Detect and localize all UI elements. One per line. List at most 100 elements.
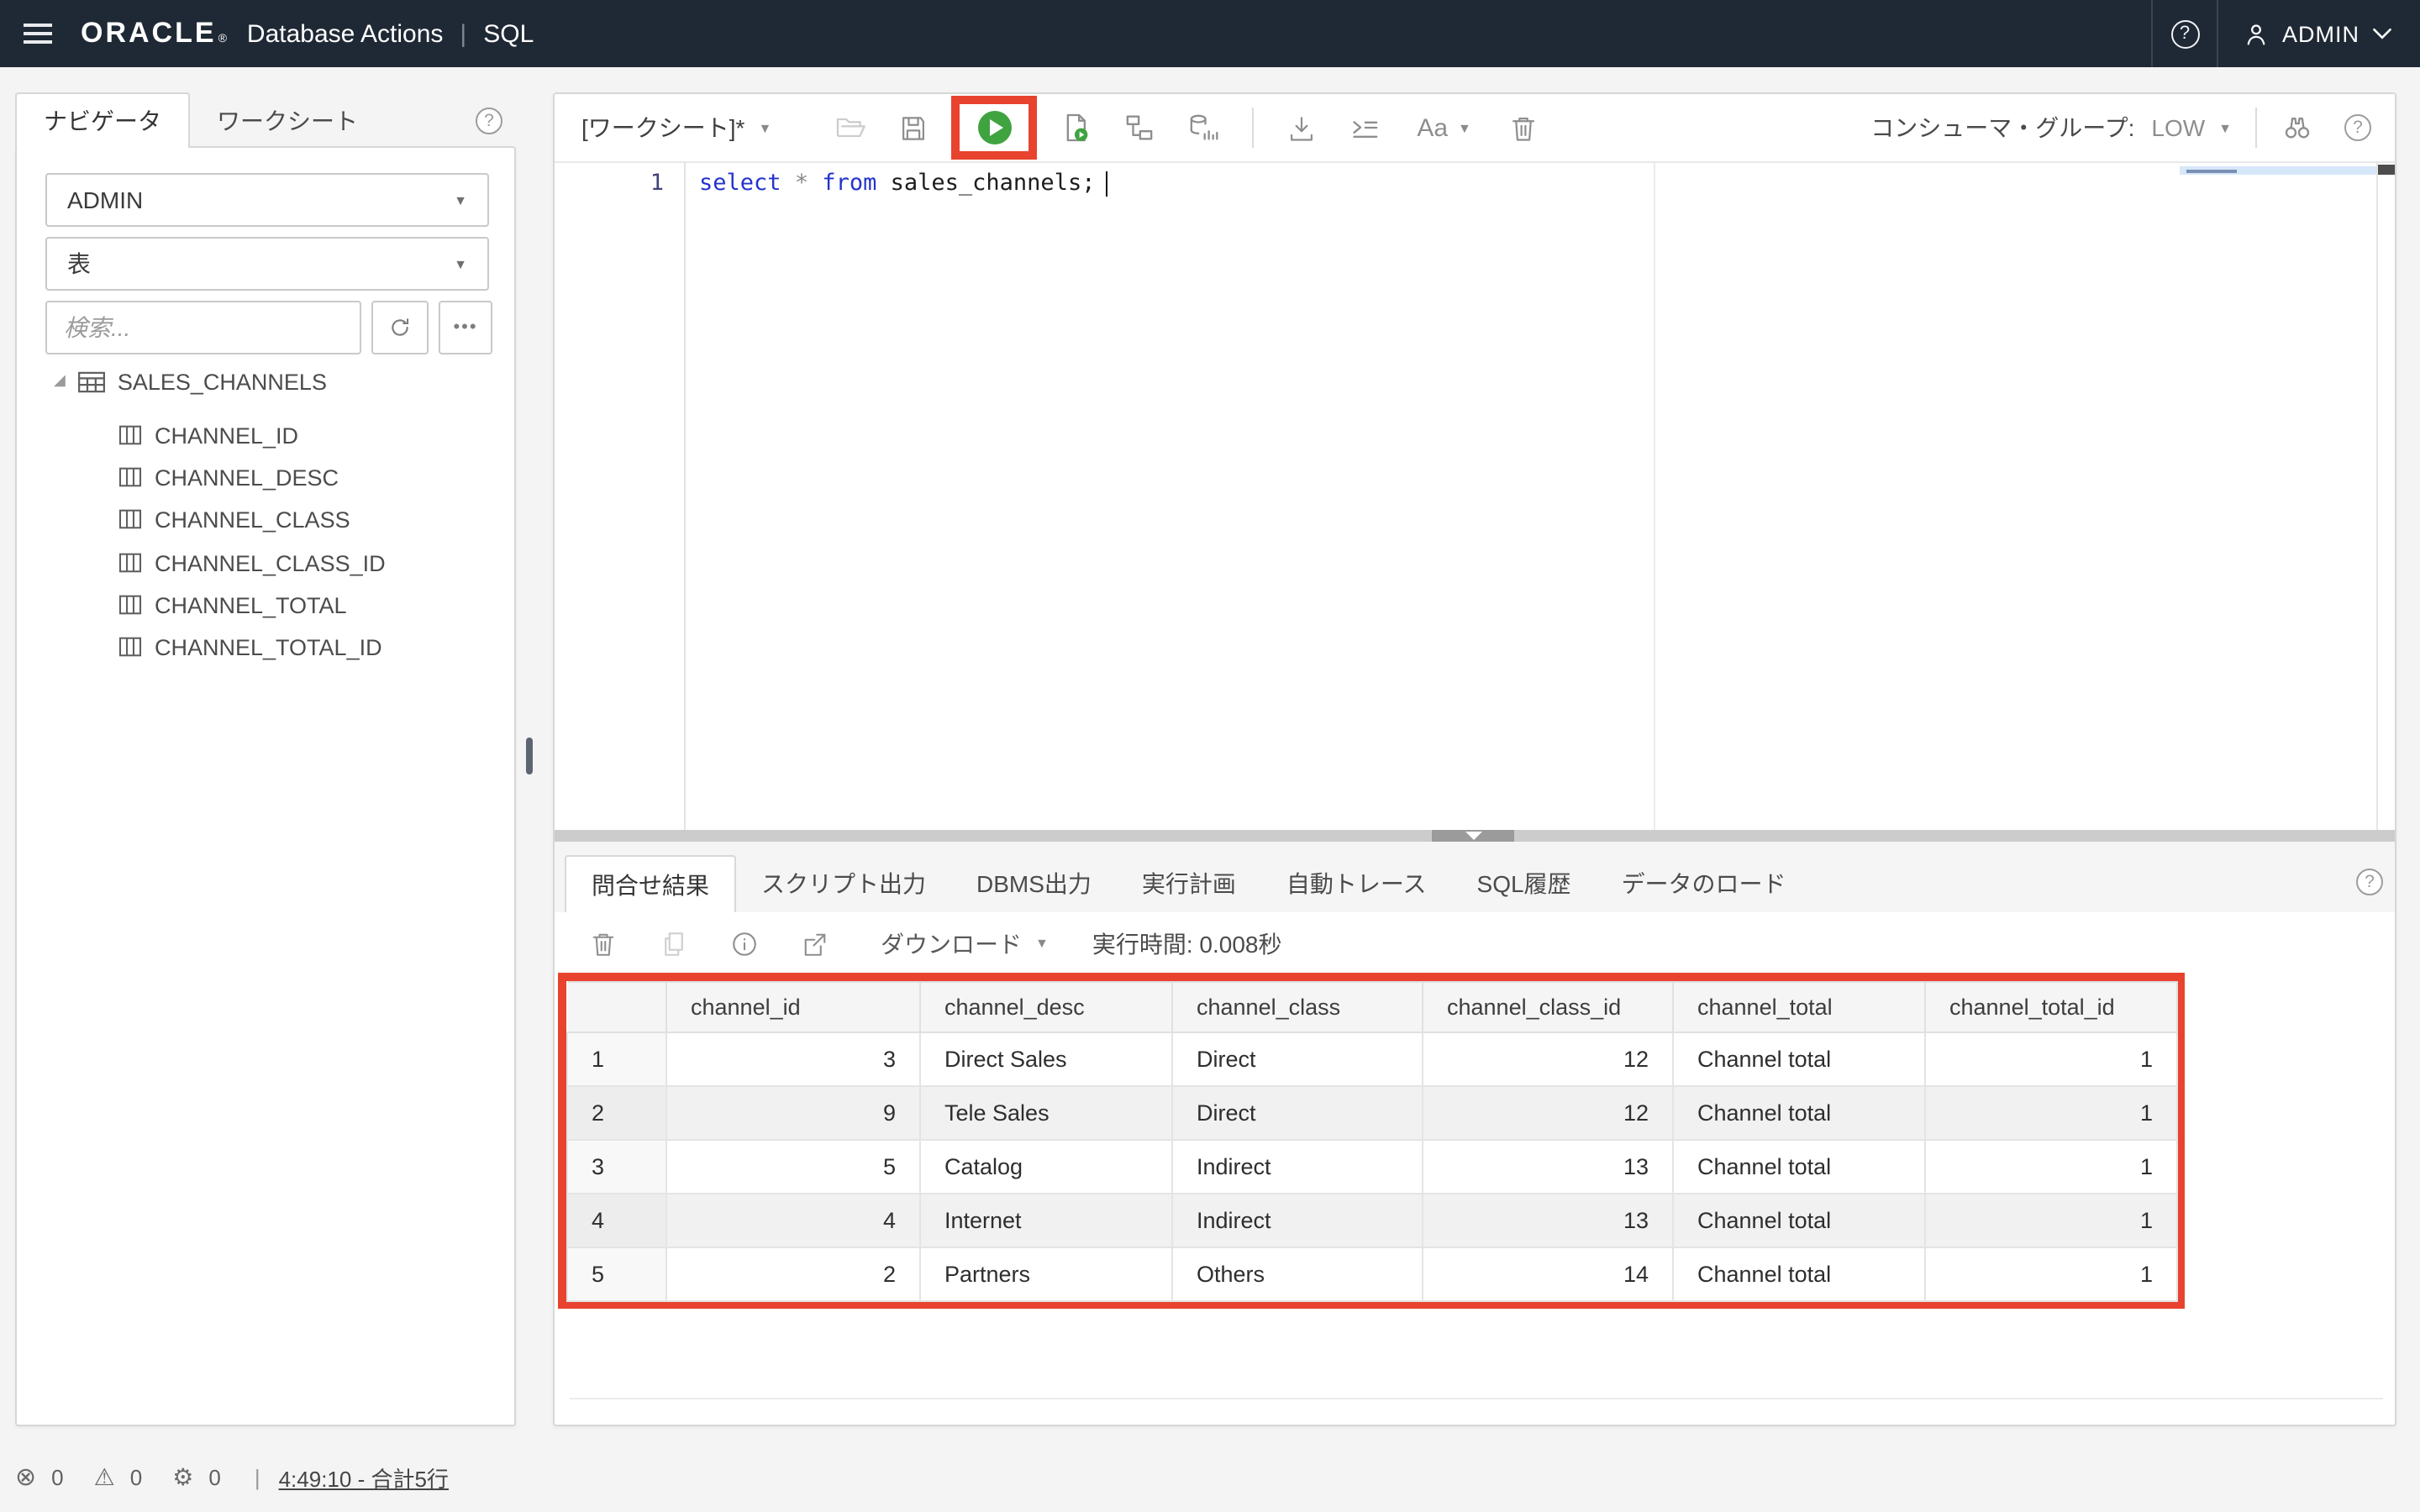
tree-node-column[interactable]: CHANNEL_TOTAL bbox=[118, 586, 347, 623]
tab-navigator[interactable]: ナビゲータ bbox=[15, 92, 190, 148]
download-results-button[interactable]: ダウンロード bbox=[881, 927, 1022, 960]
font-size-button[interactable]: Aa bbox=[1417, 113, 1448, 142]
tree-node-table[interactable]: ◢ SALES_CHANNELS bbox=[54, 363, 327, 400]
open-in-new-button[interactable] bbox=[800, 928, 830, 958]
download-caret-icon[interactable]: ▼ bbox=[1035, 936, 1049, 951]
grid-row[interactable]: 4 4 Internet Indirect 13 Channel total 1 bbox=[567, 1194, 2177, 1247]
autotrace-button[interactable] bbox=[1186, 111, 1220, 144]
clear-results-button[interactable] bbox=[588, 928, 618, 958]
grid-cell[interactable]: Direct bbox=[1172, 1086, 1423, 1140]
tab-query-result[interactable]: 問合せ結果 bbox=[565, 855, 736, 912]
clear-editor-button[interactable] bbox=[1508, 112, 1540, 144]
horizontal-splitter[interactable] bbox=[555, 830, 2396, 842]
grid-cell[interactable]: Internet bbox=[920, 1194, 1172, 1247]
grid-cell[interactable]: Others bbox=[1172, 1247, 1423, 1301]
row-number-cell[interactable]: 2 bbox=[567, 1086, 666, 1140]
tab-worksheet[interactable]: ワークシート bbox=[190, 92, 385, 148]
more-actions-button[interactable]: ••• bbox=[439, 301, 492, 354]
worksheet-title[interactable]: [ワークシート]* bbox=[581, 111, 744, 144]
tree-node-column[interactable]: CHANNEL_TOTAL_ID bbox=[118, 628, 382, 665]
grid-cell[interactable]: 13 bbox=[1423, 1140, 1673, 1194]
grid-header-cell[interactable]: channel_desc bbox=[920, 982, 1172, 1032]
grid-header-cell[interactable]: channel_total_id bbox=[1925, 982, 2177, 1032]
grid-cell[interactable]: 13 bbox=[1423, 1194, 1673, 1247]
grid-header-cell[interactable]: channel_class_id bbox=[1423, 982, 1673, 1032]
grid-cell[interactable]: Channel total bbox=[1673, 1194, 1925, 1247]
search-input[interactable] bbox=[45, 301, 361, 354]
sql-editor[interactable]: 1 select * from sales_channels; bbox=[555, 163, 2396, 830]
grid-cell[interactable]: 12 bbox=[1423, 1086, 1673, 1140]
consumer-group-caret-icon[interactable]: ▼ bbox=[2218, 120, 2232, 135]
refresh-button[interactable] bbox=[371, 301, 429, 354]
tab-autotrace[interactable]: 自動トレース bbox=[1261, 855, 1452, 912]
tab-script-output[interactable]: スクリプト出力 bbox=[736, 855, 951, 912]
row-number-cell[interactable]: 4 bbox=[567, 1194, 666, 1247]
grid-cell[interactable]: Partners bbox=[920, 1247, 1172, 1301]
grid-cell[interactable]: 1 bbox=[1925, 1086, 2177, 1140]
splitter-grip[interactable] bbox=[526, 738, 533, 774]
grid-cell[interactable]: 1 bbox=[1925, 1140, 2177, 1194]
grid-cell[interactable]: 3 bbox=[666, 1032, 920, 1086]
grid-header-cell[interactable]: channel_total bbox=[1673, 982, 1925, 1032]
grid-row[interactable]: 2 9 Tele Sales Direct 12 Channel total 1 bbox=[567, 1086, 2177, 1140]
grid-cell[interactable]: Channel total bbox=[1673, 1247, 1925, 1301]
format-button[interactable] bbox=[1348, 111, 1381, 144]
tab-explain-plan[interactable]: 実行計画 bbox=[1117, 855, 1261, 912]
info-button[interactable] bbox=[729, 928, 760, 958]
row-number-cell[interactable]: 5 bbox=[567, 1247, 666, 1301]
grid-header-cell[interactable]: channel_id bbox=[666, 982, 920, 1032]
grid-row[interactable]: 3 5 Catalog Indirect 13 Channel total 1 bbox=[567, 1140, 2177, 1194]
find-button[interactable] bbox=[2281, 111, 2314, 144]
run-script-button[interactable] bbox=[1059, 111, 1092, 144]
results-help-button[interactable]: ? bbox=[2356, 869, 2383, 895]
run-statement-button[interactable] bbox=[977, 111, 1011, 144]
save-button[interactable] bbox=[897, 112, 929, 144]
user-menu[interactable]: ADMIN bbox=[2218, 0, 2420, 67]
grid-cell[interactable]: Direct bbox=[1172, 1032, 1423, 1086]
tree-node-column[interactable]: CHANNEL_CLASS bbox=[118, 501, 350, 538]
result-summary-link[interactable]: 4:49:10 - 合計5行 bbox=[279, 1461, 449, 1493]
vertical-splitter[interactable] bbox=[523, 92, 553, 1426]
tree-node-column[interactable]: CHANNEL_CLASS_ID bbox=[118, 544, 386, 581]
grid-cell[interactable]: Channel total bbox=[1673, 1032, 1925, 1086]
worksheet-title-caret-icon[interactable]: ▼ bbox=[758, 120, 771, 135]
tab-dbms-output[interactable]: DBMS出力 bbox=[951, 855, 1117, 912]
open-file-button[interactable] bbox=[834, 111, 867, 144]
consumer-group-value[interactable]: LOW bbox=[2151, 114, 2205, 141]
grid-cell[interactable]: Indirect bbox=[1172, 1140, 1423, 1194]
expand-icon[interactable]: ◢ bbox=[54, 370, 66, 389]
object-type-select[interactable]: 表 ▼ bbox=[45, 237, 489, 291]
navigator-help-button[interactable]: ? bbox=[476, 108, 502, 134]
grid-cell[interactable]: 1 bbox=[1925, 1194, 2177, 1247]
splitter-collapse-handle[interactable] bbox=[1432, 830, 1514, 842]
grid-cell[interactable]: 9 bbox=[666, 1086, 920, 1140]
grid-header-cell[interactable]: channel_class bbox=[1172, 982, 1423, 1032]
grid-cell[interactable]: Direct Sales bbox=[920, 1032, 1172, 1086]
tree-node-column[interactable]: CHANNEL_DESC bbox=[118, 459, 339, 496]
font-size-caret-icon[interactable]: ▼ bbox=[1458, 120, 1471, 135]
explain-plan-button[interactable] bbox=[1123, 111, 1156, 144]
grid-cell[interactable]: 2 bbox=[666, 1247, 920, 1301]
grid-cell[interactable]: 14 bbox=[1423, 1247, 1673, 1301]
copy-results-button[interactable] bbox=[659, 928, 689, 958]
tab-sql-history[interactable]: SQL履歴 bbox=[1452, 855, 1597, 912]
grid-cell[interactable]: 5 bbox=[666, 1140, 920, 1194]
grid-cell[interactable]: 12 bbox=[1423, 1032, 1673, 1086]
hamburger-menu-icon[interactable] bbox=[0, 0, 67, 67]
editor-scrollbar-thumb[interactable] bbox=[2378, 165, 2396, 175]
grid-cell[interactable]: Indirect bbox=[1172, 1194, 1423, 1247]
grid-cell[interactable]: 1 bbox=[1925, 1247, 2177, 1301]
download-editor-button[interactable] bbox=[1286, 112, 1318, 144]
help-button[interactable]: ? bbox=[2153, 0, 2217, 67]
grid-corner-cell[interactable] bbox=[567, 982, 666, 1032]
tree-node-column[interactable]: CHANNEL_ID bbox=[118, 417, 298, 454]
grid-cell[interactable]: 1 bbox=[1925, 1032, 2177, 1086]
sql-statement[interactable]: select * from sales_channels; bbox=[699, 170, 1107, 197]
tab-data-load[interactable]: データのロード bbox=[1597, 855, 1812, 912]
schema-select[interactable]: ADMIN ▼ bbox=[45, 173, 489, 227]
row-number-cell[interactable]: 1 bbox=[567, 1032, 666, 1086]
grid-row[interactable]: 5 2 Partners Others 14 Channel total 1 bbox=[567, 1247, 2177, 1301]
row-number-cell[interactable]: 3 bbox=[567, 1140, 666, 1194]
grid-cell[interactable]: Tele Sales bbox=[920, 1086, 1172, 1140]
grid-cell[interactable]: 4 bbox=[666, 1194, 920, 1247]
